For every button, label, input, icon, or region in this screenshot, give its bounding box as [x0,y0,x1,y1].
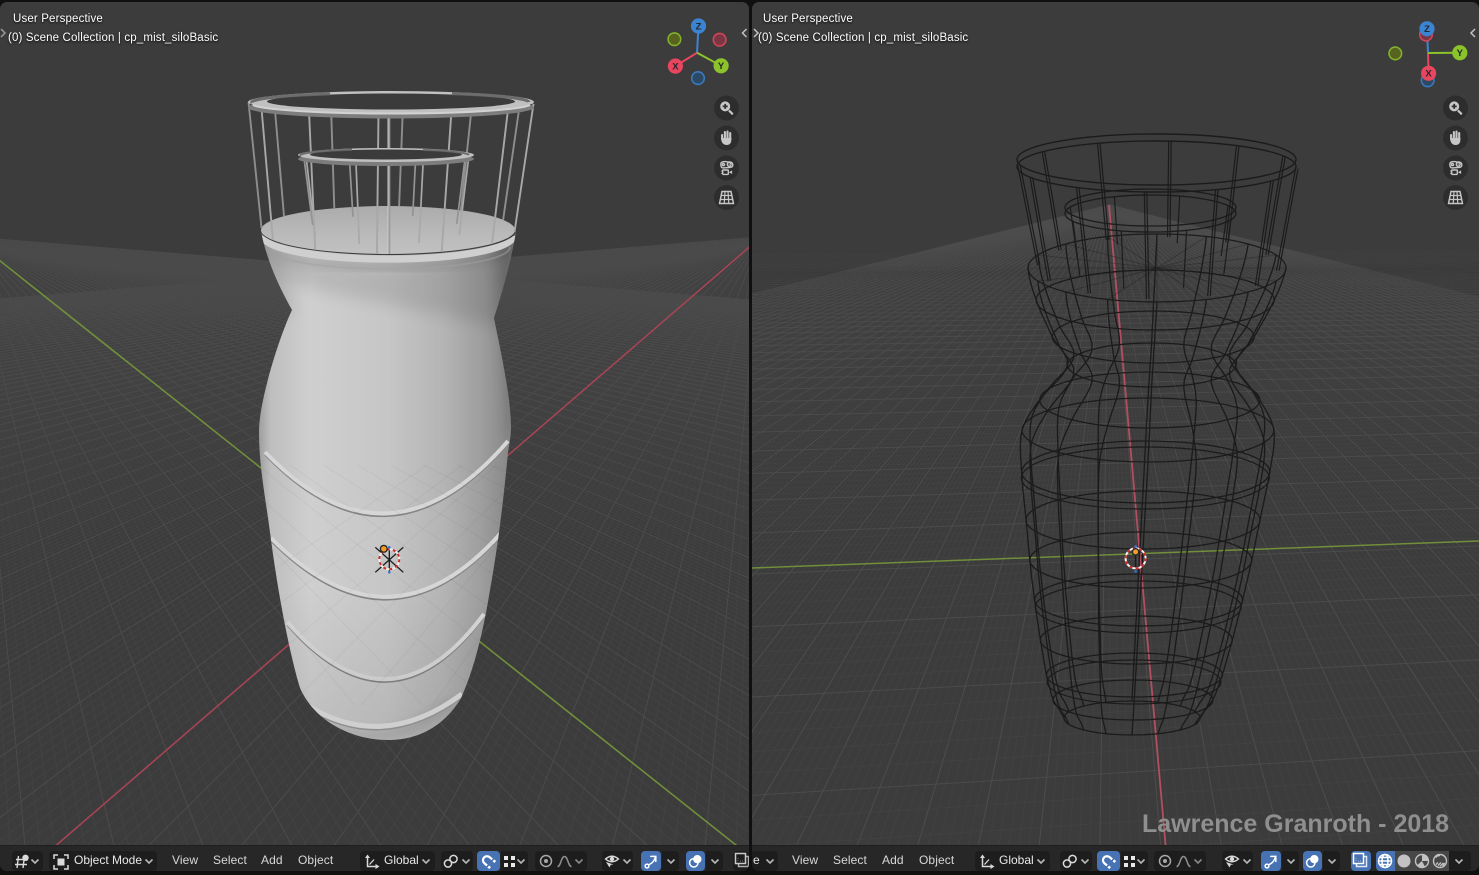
svg-text:X: X [1425,69,1432,80]
svg-text:Y: Y [718,61,725,72]
svg-text:X: X [672,62,679,73]
svg-text:Z: Z [696,21,702,32]
svg-text:Z: Z [1424,24,1430,35]
svg-text:Y: Y [1457,48,1464,59]
